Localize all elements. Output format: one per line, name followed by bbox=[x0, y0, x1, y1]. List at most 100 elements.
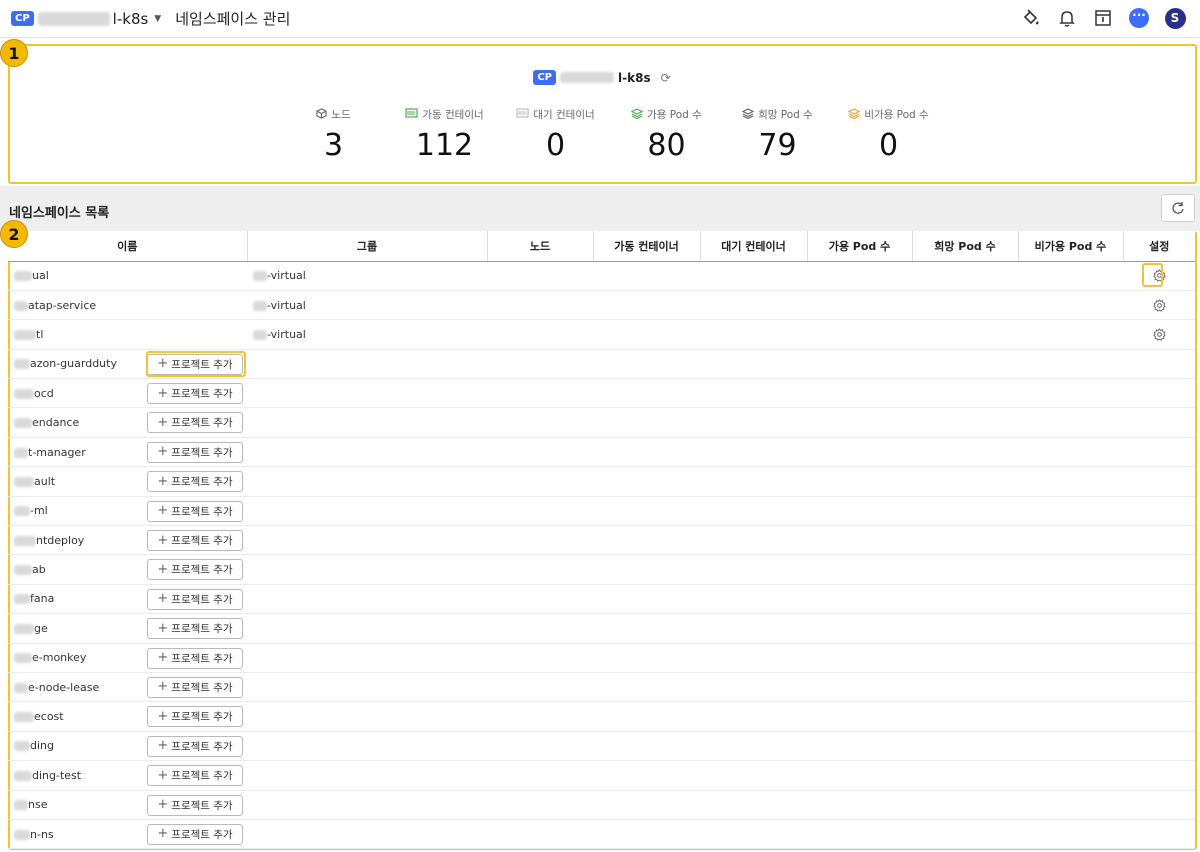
container-running-icon bbox=[405, 108, 418, 121]
notice-board-icon[interactable] bbox=[1092, 7, 1114, 29]
table-row[interactable]: n-ns + 프로젝트 추가 bbox=[8, 819, 1195, 849]
column-header[interactable]: 비가용 Pod 수 bbox=[1018, 231, 1124, 262]
table-row[interactable]: nse + 프로젝트 추가 bbox=[8, 790, 1195, 820]
group-cell bbox=[247, 643, 487, 673]
add-project-button[interactable]: + 프로젝트 추가 bbox=[147, 471, 243, 493]
namespace-name-cell: ding + 프로젝트 추가 bbox=[8, 731, 247, 762]
namespace-name-cell: fana + 프로젝트 추가 bbox=[8, 584, 247, 615]
table-row[interactable]: ab + 프로젝트 추가 bbox=[8, 554, 1195, 585]
masked-name-prefix bbox=[14, 741, 30, 752]
table-row[interactable]: t-manager + 프로젝트 추가 bbox=[8, 437, 1195, 468]
metric-cell bbox=[807, 731, 912, 762]
stat-label: 대기 컨테이너 bbox=[533, 109, 595, 121]
table-row[interactable]: e-node-lease + 프로젝트 추가 bbox=[8, 672, 1195, 703]
table-row[interactable]: ntdeploy + 프로젝트 추가 bbox=[8, 525, 1195, 556]
masked-cluster-prefix bbox=[560, 72, 615, 83]
column-header[interactable]: 이름 bbox=[8, 231, 248, 262]
table-row[interactable]: fana + 프로젝트 추가 bbox=[8, 584, 1195, 615]
add-project-button[interactable]: + 프로젝트 추가 bbox=[147, 794, 243, 816]
refresh-button[interactable] bbox=[1161, 194, 1195, 222]
add-project-button[interactable]: + 프로젝트 추가 bbox=[147, 559, 243, 581]
column-header[interactable]: 노드 bbox=[487, 231, 594, 262]
chat-icon[interactable]: ··· bbox=[1128, 7, 1150, 29]
namespace-name: e-monkey bbox=[32, 651, 87, 665]
table-row[interactable]: ual -virtual bbox=[8, 261, 1195, 291]
column-header[interactable]: 가동 컨테이너 bbox=[593, 231, 701, 262]
group-cell: -virtual bbox=[247, 290, 487, 321]
column-header[interactable]: 그룹 bbox=[247, 231, 488, 262]
stat-label: 가용 Pod 수 bbox=[647, 109, 702, 121]
add-project-button[interactable]: + 프로젝트 추가 bbox=[147, 676, 243, 698]
avatar[interactable]: S bbox=[1164, 7, 1186, 29]
metric-cell bbox=[1018, 554, 1123, 585]
add-project-button[interactable]: + 프로젝트 추가 bbox=[147, 500, 243, 522]
table-row[interactable]: ding-test + 프로젝트 추가 bbox=[8, 760, 1195, 791]
table-row[interactable]: endance + 프로젝트 추가 bbox=[8, 407, 1195, 438]
add-project-button[interactable]: + 프로젝트 추가 bbox=[147, 588, 243, 610]
metric-cell bbox=[807, 584, 912, 615]
add-project-button[interactable]: + 프로젝트 추가 bbox=[147, 383, 243, 405]
metric-cell bbox=[807, 319, 912, 350]
gear-icon[interactable] bbox=[1152, 328, 1166, 341]
namespace-name-cell: -ml + 프로젝트 추가 bbox=[8, 496, 247, 527]
table-row[interactable]: tl -virtual bbox=[8, 319, 1195, 350]
column-header[interactable]: 설정 bbox=[1123, 231, 1195, 262]
gear-icon[interactable] bbox=[1152, 298, 1166, 312]
column-header[interactable]: 희망 Pod 수 bbox=[912, 231, 1019, 262]
namespace-name: ault bbox=[34, 474, 56, 488]
table-row[interactable]: ge + 프로젝트 추가 bbox=[8, 613, 1195, 644]
refresh-icon[interactable]: ⟳ bbox=[661, 71, 671, 85]
metric-cell bbox=[1018, 261, 1123, 291]
metric-cell bbox=[700, 701, 807, 732]
bell-icon[interactable] bbox=[1056, 7, 1078, 29]
add-project-button[interactable]: + 프로젝트 추가 bbox=[147, 618, 243, 640]
metric-cell bbox=[593, 349, 700, 380]
add-project-button[interactable]: + 프로젝트 추가 bbox=[147, 647, 243, 669]
namespace-name: ding-test bbox=[32, 768, 82, 782]
plus-icon: + bbox=[157, 620, 169, 636]
metric-cell bbox=[593, 437, 700, 468]
table-row[interactable]: ding + 프로젝트 추가 bbox=[8, 731, 1195, 762]
chevron-down-icon[interactable]: ▼ bbox=[154, 14, 161, 24]
add-project-button[interactable]: + 프로젝트 추가 bbox=[147, 823, 243, 845]
namespace-name: t-manager bbox=[28, 445, 86, 459]
masked-name-prefix bbox=[14, 506, 30, 517]
metric-cell bbox=[912, 760, 1018, 791]
metric-cell bbox=[1018, 760, 1123, 791]
masked-name-prefix bbox=[14, 388, 34, 399]
namespace-name-cell: ding-test + 프로젝트 추가 bbox=[8, 760, 247, 791]
table-row[interactable]: atap-service -virtual bbox=[8, 290, 1195, 321]
namespace-name: endance bbox=[32, 416, 80, 430]
stat-label-row: 비가용 Pod 수 bbox=[833, 107, 944, 122]
masked-name-prefix bbox=[14, 418, 32, 429]
column-header[interactable]: 가용 Pod 수 bbox=[807, 231, 913, 262]
add-project-button[interactable]: + 프로젝트 추가 bbox=[147, 735, 243, 757]
namespace-name-cell: ault + 프로젝트 추가 bbox=[8, 466, 247, 497]
add-project-button[interactable]: + 프로젝트 추가 bbox=[147, 530, 243, 552]
namespace-name: ge bbox=[34, 621, 48, 635]
group-cell bbox=[247, 525, 487, 556]
add-project-button[interactable]: + 프로젝트 추가 bbox=[147, 441, 243, 463]
namespace-name: -ml bbox=[30, 504, 48, 518]
stat-label: 희망 Pod 수 bbox=[758, 109, 813, 121]
cp-badge: CP bbox=[11, 11, 34, 26]
table-row[interactable]: ault + 프로젝트 추가 bbox=[8, 466, 1195, 497]
metric-cell bbox=[593, 554, 700, 585]
table-row[interactable]: ecost + 프로젝트 추가 bbox=[8, 701, 1195, 732]
metric-cell bbox=[912, 290, 1018, 321]
namespace-name: azon-guardduty bbox=[30, 357, 117, 371]
highlight-settings bbox=[1142, 263, 1163, 287]
column-header[interactable]: 대기 컨테이너 bbox=[700, 231, 808, 262]
table-row[interactable]: e-monkey + 프로젝트 추가 bbox=[8, 643, 1195, 673]
add-project-button[interactable]: + 프로젝트 추가 bbox=[147, 765, 243, 787]
plus-icon: + bbox=[157, 826, 169, 842]
table-row[interactable]: ocd + 프로젝트 추가 bbox=[8, 378, 1195, 409]
cluster-name[interactable]: l-k8s bbox=[113, 10, 149, 28]
add-project-button[interactable]: + 프로젝트 추가 bbox=[147, 412, 243, 434]
paint-bucket-icon[interactable] bbox=[1020, 7, 1042, 29]
add-project-button[interactable]: + 프로젝트 추가 bbox=[147, 706, 243, 728]
stat-label: 가동 컨테이너 bbox=[422, 109, 484, 121]
table-row[interactable]: -ml + 프로젝트 추가 bbox=[8, 496, 1195, 527]
metric-cell bbox=[487, 790, 593, 820]
stat-card: 비가용 Pod 수 0 bbox=[833, 107, 944, 163]
